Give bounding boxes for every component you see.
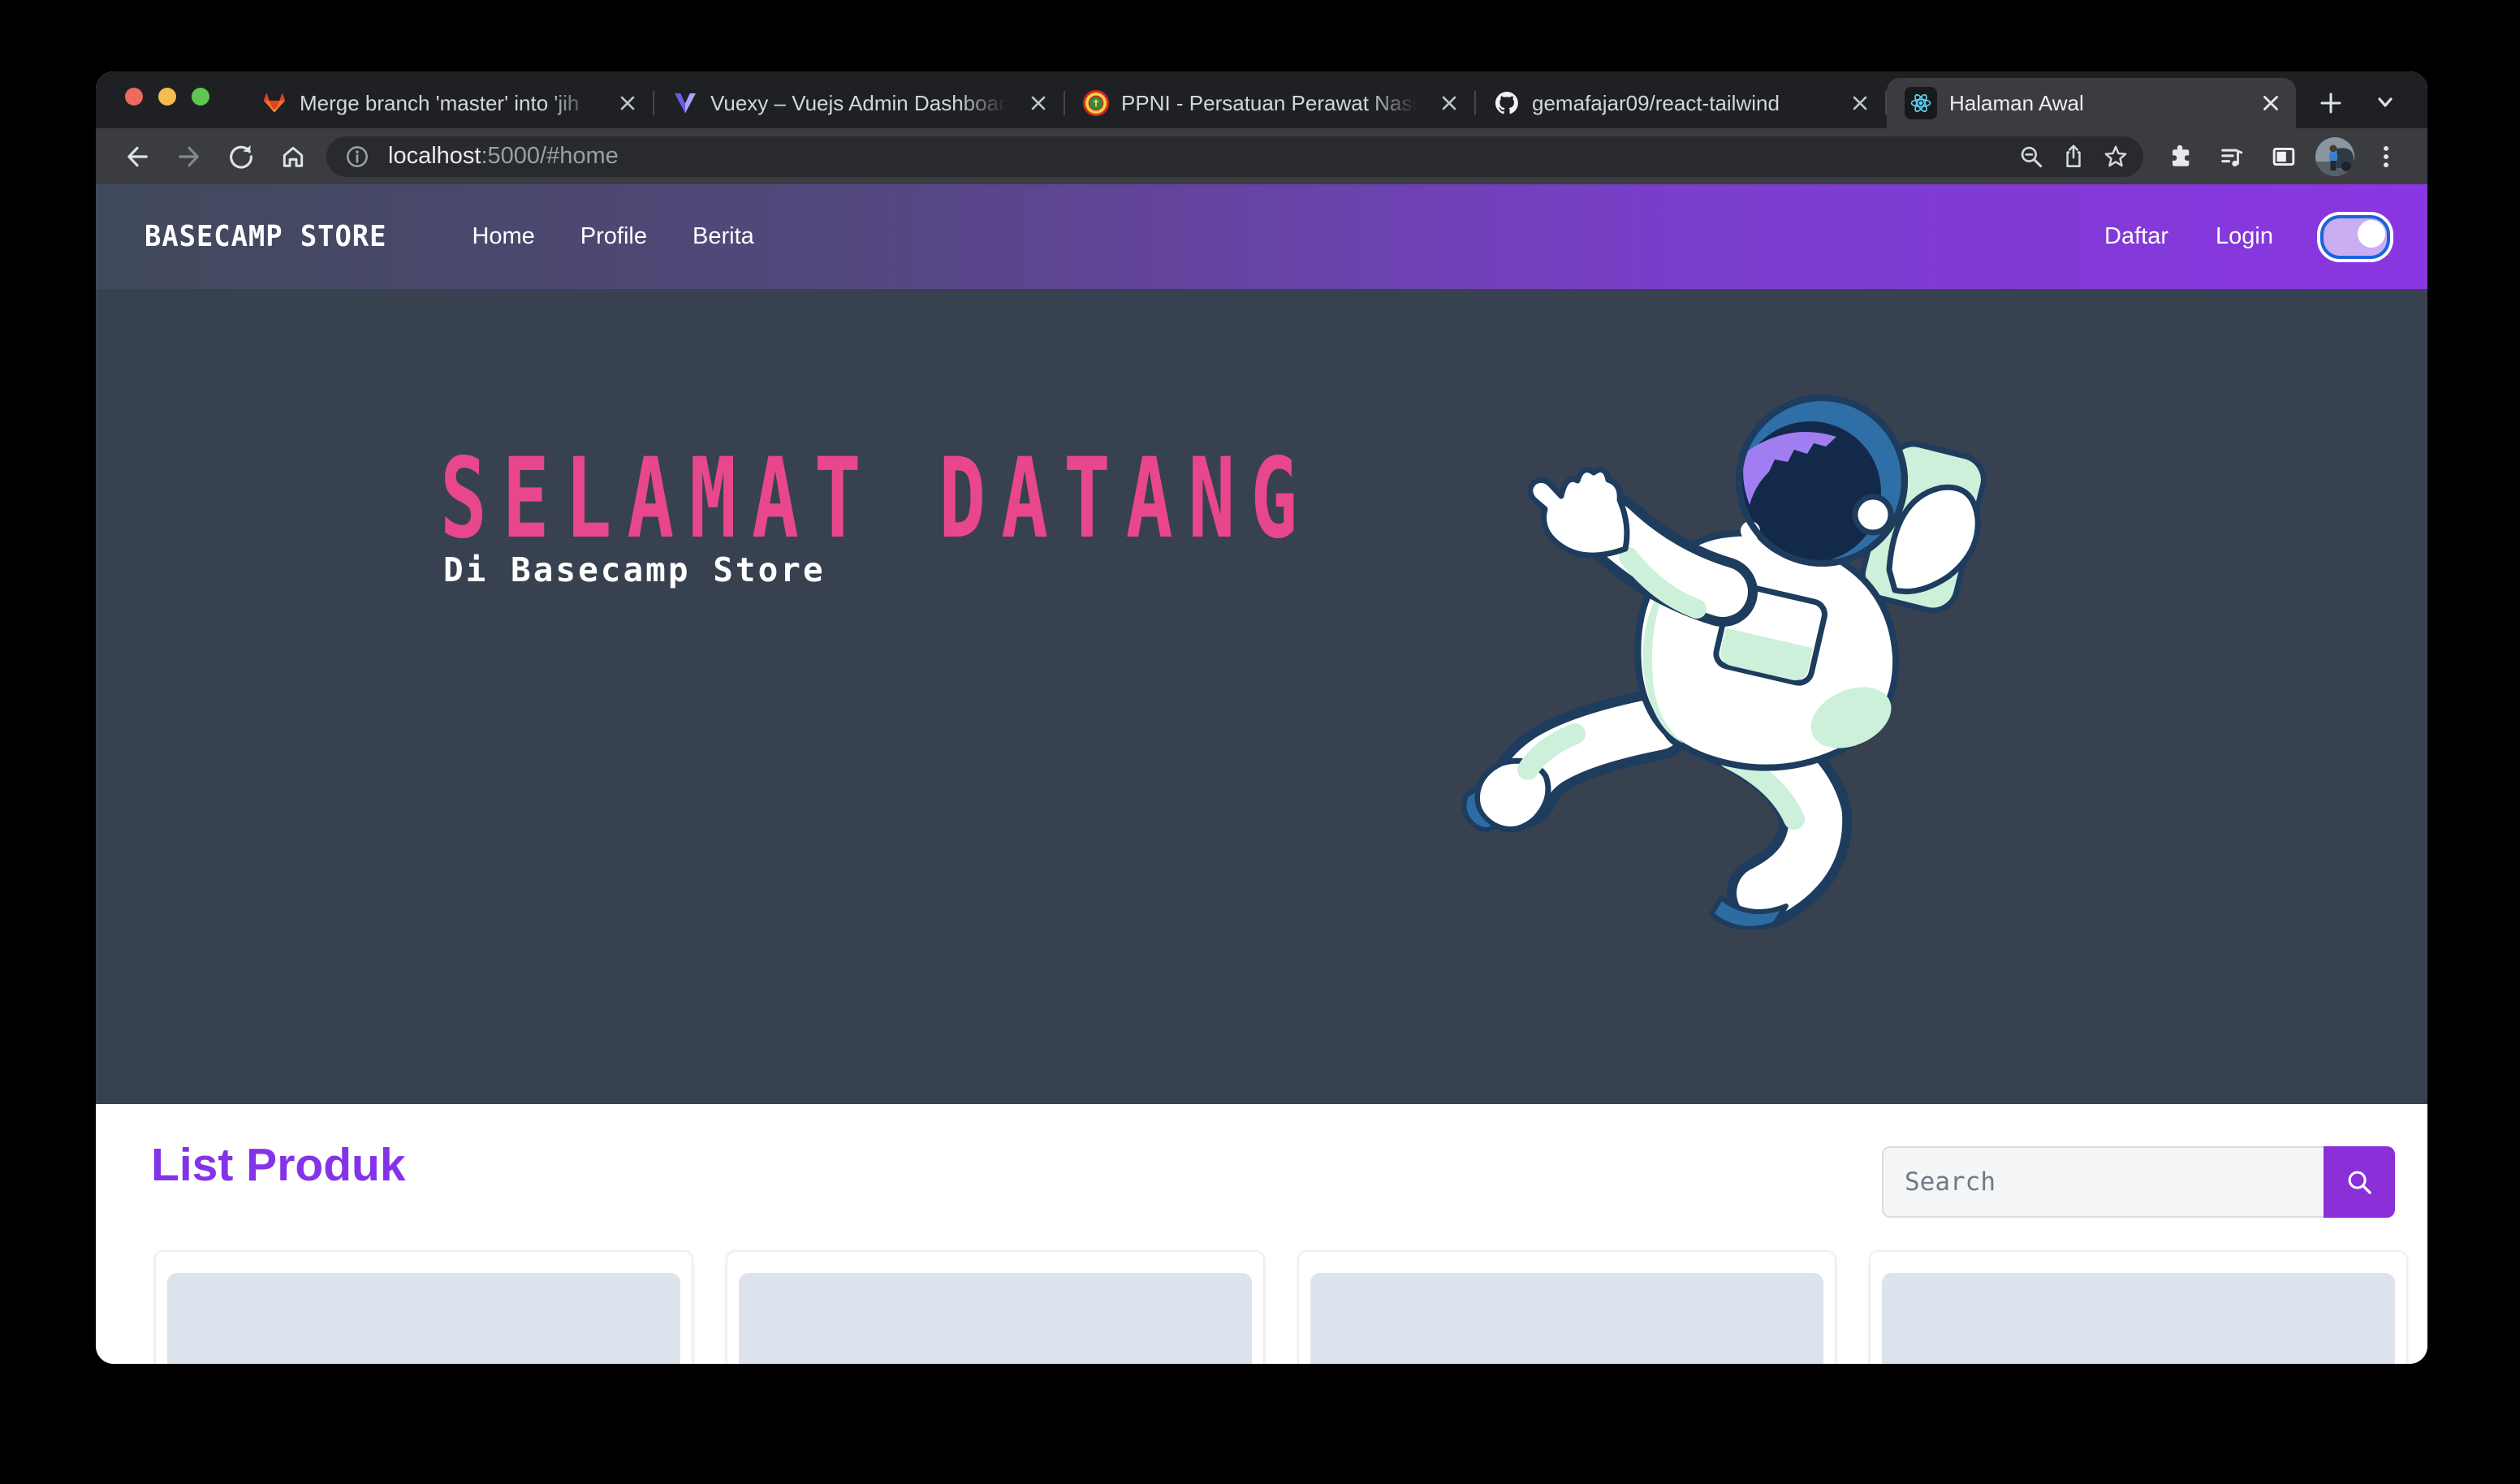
nav-link-home[interactable]: Home — [472, 223, 534, 250]
tab-search-button[interactable] — [2369, 86, 2401, 119]
github-icon — [1494, 90, 1520, 116]
media-controls-button[interactable] — [2208, 133, 2255, 180]
url-text: localhost:5000/#home — [388, 143, 619, 170]
tab-title: gemafajar09/react-tailwind — [1532, 91, 1834, 116]
url-path: :5000/#home — [481, 143, 618, 169]
zoom-indicator-button[interactable] — [2010, 136, 2052, 178]
side-panel-button[interactable] — [2260, 133, 2307, 180]
site-info-button[interactable] — [336, 136, 378, 178]
tab-title: Merge branch 'master' into 'jih — [300, 91, 602, 116]
nav-link-daftar[interactable]: Daftar — [2104, 223, 2168, 250]
home-button[interactable] — [270, 133, 317, 180]
back-arrow-icon — [123, 142, 152, 171]
nav-link-berita[interactable]: Berita — [693, 223, 754, 250]
search-button[interactable] — [2324, 1146, 2395, 1218]
react-icon — [1908, 90, 1934, 116]
tab-close-icon[interactable] — [2257, 89, 2285, 117]
search-input[interactable] — [1882, 1146, 2324, 1218]
media-playlist-icon — [2217, 142, 2246, 171]
tab-strip: Merge branch 'master' into 'jih Vuexy – … — [96, 71, 2427, 128]
search-icon — [2344, 1167, 2375, 1197]
tab-close-icon[interactable] — [1846, 89, 1874, 117]
theme-toggle-switch[interactable] — [2320, 215, 2390, 259]
vuexy-icon — [672, 90, 698, 116]
reload-icon — [227, 142, 256, 171]
gitlab-icon — [261, 90, 287, 116]
zoom-out-magnifier-icon — [2017, 143, 2045, 170]
toggle-knob — [2358, 220, 2385, 248]
address-bar[interactable]: localhost:5000/#home — [326, 136, 2143, 177]
close-window-button[interactable] — [125, 88, 143, 106]
url-host: localhost — [388, 143, 481, 169]
product-card-list — [154, 1250, 2408, 1364]
product-image-placeholder — [1882, 1273, 2395, 1364]
info-icon — [343, 143, 371, 170]
hero-title: SELAMAT DATANG — [440, 443, 1313, 554]
tab-title: PPNI - Persatuan Perawat Nasi — [1121, 91, 1423, 116]
tab-title: Vuexy – Vuejs Admin Dashboar — [710, 91, 1012, 116]
home-icon — [278, 142, 308, 171]
products-heading: List Produk — [151, 1138, 406, 1192]
share-icon — [2060, 143, 2087, 170]
minimize-window-button[interactable] — [158, 88, 176, 106]
tab-title: Halaman Awal — [1949, 91, 2245, 116]
tab-github-react-tailwind[interactable]: gemafajar09/react-tailwind — [1476, 78, 1885, 128]
traffic-lights — [125, 88, 209, 106]
plus-icon — [2317, 89, 2345, 117]
forward-button[interactable] — [166, 133, 213, 180]
tab-vuexy-dashboard[interactable]: Vuexy – Vuejs Admin Dashboar — [654, 78, 1064, 128]
tab-close-icon[interactable] — [614, 89, 641, 117]
tab-close-icon[interactable] — [1025, 89, 1052, 117]
site-nav-actions: Daftar Login — [2104, 215, 2390, 259]
product-image-placeholder — [739, 1273, 1252, 1364]
browser-menu-button[interactable] — [2362, 133, 2410, 180]
site-nav-links: Home Profile Berita — [472, 223, 753, 250]
product-image-placeholder — [167, 1273, 680, 1364]
avatar-photo — [2315, 137, 2354, 176]
bookmark-button[interactable] — [2095, 136, 2137, 178]
nav-link-profile[interactable]: Profile — [580, 223, 647, 250]
browser-window: Merge branch 'master' into 'jih Vuexy – … — [96, 71, 2427, 1364]
site-brand[interactable]: BASECAMP STORE — [145, 220, 386, 253]
astronaut-illustration — [1453, 377, 1989, 929]
star-icon — [2102, 143, 2129, 170]
reload-button[interactable] — [218, 133, 265, 180]
tab-gitlab-merge-branch[interactable]: Merge branch 'master' into 'jih — [244, 78, 653, 128]
product-image-placeholder — [1310, 1273, 1823, 1364]
ppni-icon — [1083, 90, 1109, 116]
chevron-down-icon — [2371, 88, 2399, 116]
new-tab-button[interactable] — [2307, 80, 2354, 127]
tab-close-icon[interactable] — [1435, 89, 1463, 117]
three-dots-icon — [2371, 142, 2401, 171]
puzzle-icon — [2165, 142, 2194, 171]
product-section: List Produk — [96, 1104, 2427, 1364]
zoom-window-button[interactable] — [192, 88, 209, 106]
product-card[interactable] — [726, 1250, 1265, 1364]
site-navbar: BASECAMP STORE Home Profile Berita Dafta… — [96, 184, 2427, 289]
browser-toolbar: localhost:5000/#home — [96, 128, 2427, 184]
forward-arrow-icon — [175, 142, 204, 171]
product-card[interactable] — [154, 1250, 693, 1364]
product-search — [1882, 1146, 2395, 1218]
product-card[interactable] — [1869, 1250, 2408, 1364]
hero-section: SELAMAT DATANG Di Basecamp Store — [96, 289, 2427, 1104]
tab-halaman-awal-active[interactable]: Halaman Awal — [1887, 78, 2296, 128]
profile-avatar[interactable] — [2315, 137, 2354, 176]
tab-ppni[interactable]: PPNI - Persatuan Perawat Nasi — [1065, 78, 1474, 128]
side-panel-icon — [2269, 142, 2298, 171]
tabs: Merge branch 'master' into 'jih Vuexy – … — [244, 78, 2296, 128]
hero-subtitle: Di Basecamp Store — [443, 550, 826, 589]
nav-link-login[interactable]: Login — [2216, 223, 2273, 250]
extensions-button[interactable] — [2156, 133, 2203, 180]
product-card[interactable] — [1297, 1250, 1836, 1364]
back-button[interactable] — [114, 133, 161, 180]
share-button[interactable] — [2052, 136, 2095, 178]
